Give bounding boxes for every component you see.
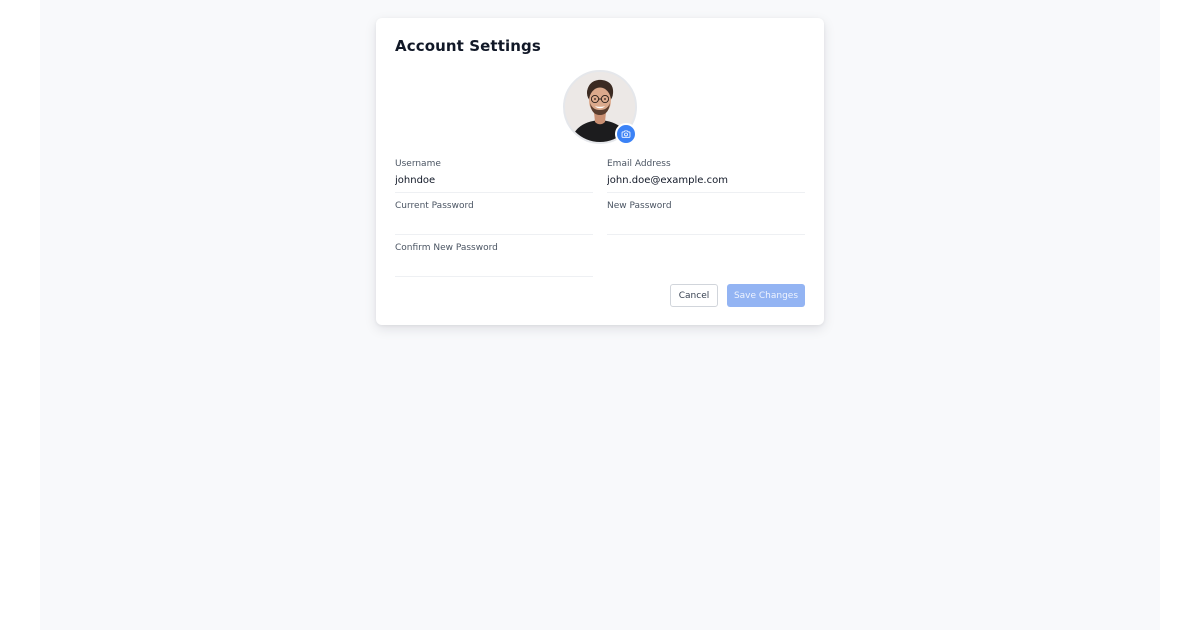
email-input[interactable] — [607, 171, 805, 189]
cancel-button[interactable]: Cancel — [670, 284, 718, 307]
confirm-password-input[interactable] — [395, 255, 593, 273]
current-password-field-group: Current Password — [395, 201, 593, 235]
confirm-password-label: Confirm New Password — [395, 243, 498, 253]
email-label: Email Address — [607, 159, 671, 169]
email-field-group: Email Address — [607, 159, 805, 193]
account-settings-card: Account Settings Username johndoe Email … — [376, 18, 824, 325]
username-label: Username — [395, 159, 441, 169]
avatar-container — [563, 70, 637, 145]
new-password-field-group: New Password — [607, 201, 805, 235]
change-avatar-button[interactable] — [615, 123, 637, 145]
confirm-password-field-group: Confirm New Password — [395, 243, 593, 277]
username-input[interactable] — [395, 171, 593, 189]
page-title: Account Settings — [395, 37, 541, 55]
page-background: Account Settings Username johndoe Email … — [40, 0, 1160, 630]
save-changes-button[interactable]: Save Changes — [727, 284, 805, 307]
camera-icon — [621, 130, 631, 138]
current-password-input[interactable] — [395, 213, 593, 231]
username-field-group: Username — [395, 159, 593, 193]
new-password-input[interactable] — [607, 213, 805, 231]
current-password-label: Current Password — [395, 201, 474, 211]
new-password-label: New Password — [607, 201, 672, 211]
